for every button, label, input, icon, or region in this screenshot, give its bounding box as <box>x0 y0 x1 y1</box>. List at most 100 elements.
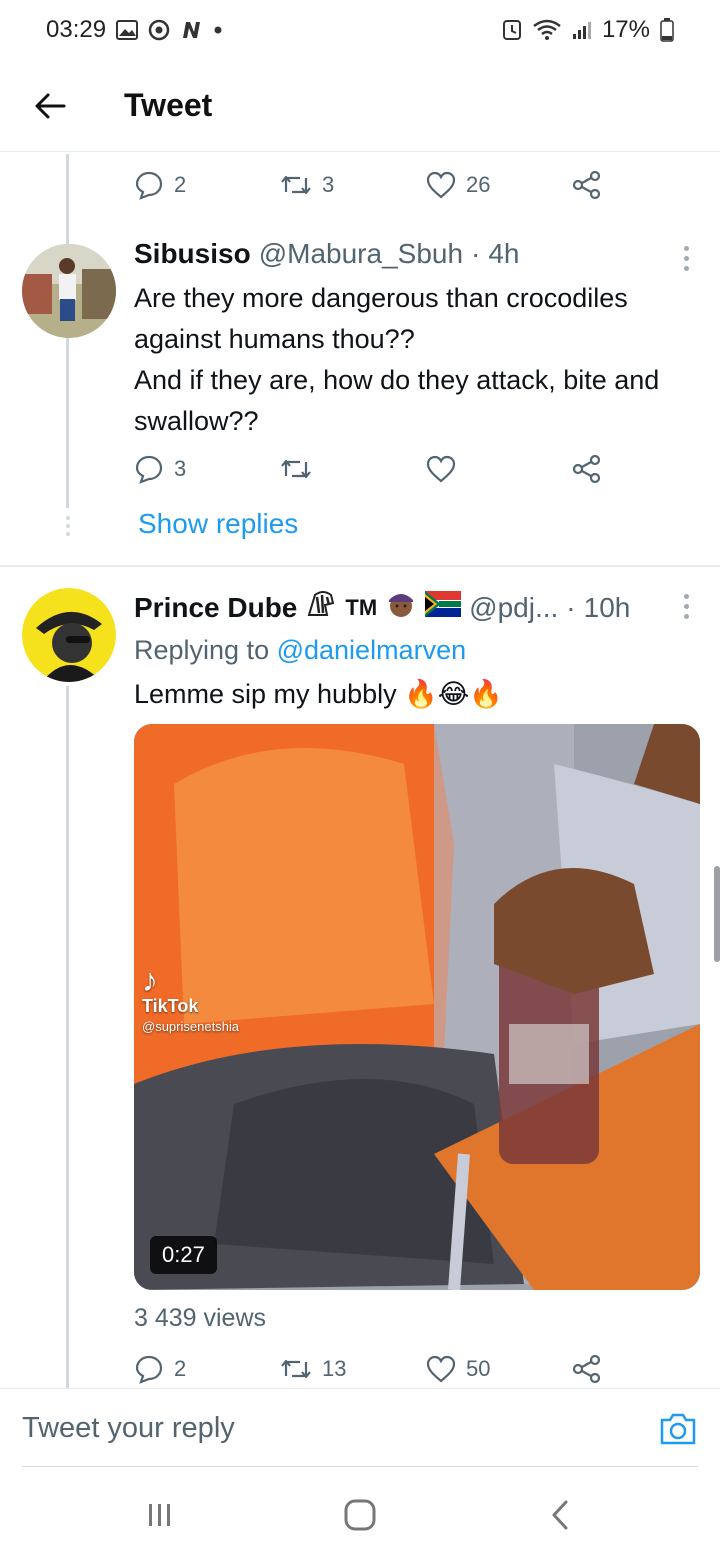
separator: · <box>566 591 576 623</box>
reply-count: 2 <box>174 1356 187 1381</box>
home-button[interactable] <box>320 1485 400 1545</box>
tiktok-logo-icon: ♪ <box>142 962 158 998</box>
recent-apps-button[interactable] <box>120 1485 200 1545</box>
retweet-count: 13 <box>322 1356 347 1381</box>
n-app-icon <box>180 20 204 40</box>
avatar[interactable] <box>22 244 116 338</box>
notification-dot-icon <box>214 26 222 34</box>
separator: · <box>471 238 481 269</box>
retweet-action[interactable]: 13 <box>280 1356 426 1382</box>
author-name-suffix: TM <box>345 594 378 620</box>
tweet-header: Prince Dube TM @pdj... · 10h <box>134 588 630 627</box>
author-handle[interactable]: @pdj... <box>469 592 558 624</box>
share-action[interactable] <box>572 1354 602 1384</box>
thread-line <box>66 686 69 1388</box>
thread-dots <box>66 516 70 536</box>
chevron-left-icon <box>552 1500 568 1530</box>
tweet-actions: 3 <box>134 454 614 484</box>
more-options-icon[interactable] <box>682 246 690 271</box>
system-nav-bar <box>0 1470 720 1560</box>
more-options-icon[interactable] <box>682 594 690 619</box>
author-name[interactable]: Sibusiso <box>134 238 251 270</box>
camera-button[interactable] <box>658 1409 698 1449</box>
video-duration-badge: 0:27 <box>150 1236 217 1274</box>
reply-action[interactable]: 2 <box>134 1354 280 1384</box>
home-icon <box>344 1499 376 1531</box>
share-icon <box>572 1354 601 1384</box>
share-icon <box>572 170 601 200</box>
reply-icon <box>135 171 163 200</box>
replying-prefix: Replying to <box>134 635 277 665</box>
tiktok-handle: @suprisenetshia <box>142 1019 240 1034</box>
divider <box>0 565 720 567</box>
like-count: 50 <box>466 1356 491 1381</box>
reply-count: 3 <box>174 456 187 481</box>
tiktok-watermark: ♪ TikTok @suprisenetshia <box>142 964 239 1034</box>
battery-percent: 17% <box>601 16 650 43</box>
chrome-icon <box>148 19 170 41</box>
status-bar: 03:29 17% <box>0 0 720 60</box>
reply-action[interactable]: 2 <box>134 170 280 200</box>
retweet-action[interactable] <box>280 456 426 482</box>
tweet-actions: 2 13 50 <box>134 1354 614 1384</box>
retweet-action[interactable]: 3 <box>280 172 426 198</box>
reply-input-underline <box>22 1466 698 1467</box>
reply-icon <box>135 1355 163 1384</box>
like-count: 26 <box>466 172 491 197</box>
author-name[interactable]: Prince Dube <box>134 592 297 624</box>
replying-to: Replying to @danielmarven <box>134 630 704 671</box>
wifi-icon <box>532 19 562 41</box>
arrow-left-icon <box>35 93 66 118</box>
reply-count: 2 <box>174 172 187 197</box>
scrollbar[interactable] <box>714 866 720 962</box>
like-action[interactable]: 26 <box>426 171 572 199</box>
gallery-icon <box>116 20 139 40</box>
reply-action[interactable]: 3 <box>134 454 280 484</box>
heart-icon <box>426 455 456 483</box>
like-action[interactable] <box>426 455 572 483</box>
tweet-text: Lemme sip my hubbly 🔥😂🔥 <box>134 674 704 715</box>
retweet-count: 3 <box>322 172 335 197</box>
retweet-icon <box>281 1359 311 1379</box>
person-emoji-icon <box>385 588 417 627</box>
back-button[interactable] <box>20 76 80 136</box>
heart-icon <box>426 1355 456 1383</box>
south-africa-flag-icon <box>425 591 462 624</box>
reply-input[interactable]: Tweet your reply <box>22 1412 658 1445</box>
camera-icon <box>660 1413 696 1444</box>
avatar[interactable] <box>22 588 116 682</box>
tweet-text-line: Lemme sip my hubbly <box>134 679 397 709</box>
retweet-icon <box>281 175 311 195</box>
tweet-text-line: Are they more dangerous than crocodiles … <box>134 283 628 354</box>
tweet-time: 4h <box>488 238 520 269</box>
view-count: 3 439 views <box>134 1304 267 1332</box>
share-action[interactable] <box>572 170 602 200</box>
share-icon <box>572 454 601 484</box>
tweet-time: 10h <box>583 591 631 623</box>
reply-icon <box>135 455 163 484</box>
battery-icon <box>660 18 674 42</box>
status-time: 03:29 <box>46 16 107 43</box>
signal-icon <box>572 20 592 40</box>
app-bar: Tweet <box>0 60 720 152</box>
zebra-emoji-icon <box>305 589 337 626</box>
tweet-actions: 2 3 26 <box>134 170 614 200</box>
replying-to-link[interactable]: @danielmarven <box>277 635 467 665</box>
tweet-text: Are they more dangerous than crocodiles … <box>134 278 704 442</box>
share-action[interactable] <box>572 454 602 484</box>
reply-composer: Tweet your reply <box>0 1388 720 1468</box>
tiktok-label: TikTok <box>142 996 199 1016</box>
alarm-icon <box>502 19 522 41</box>
author-handle[interactable]: @Mabura_Sbuh <box>259 238 463 270</box>
recent-apps-icon <box>149 1504 170 1526</box>
page-title: Tweet <box>124 87 213 123</box>
heart-icon <box>426 171 456 199</box>
show-replies-link[interactable]: Show replies <box>138 508 298 540</box>
emoji-text: 🔥😂🔥 <box>404 679 503 709</box>
tweet-header: Sibusiso @Mabura_Sbuh · 4h <box>134 238 520 270</box>
video-thumbnail[interactable]: ♪ TikTok @suprisenetshia 0:27 <box>134 724 700 1290</box>
retweet-icon <box>281 459 311 479</box>
tweet-text-line: And if they are, how do they attack, bit… <box>134 365 660 436</box>
like-action[interactable]: 50 <box>426 1355 572 1383</box>
back-nav-button[interactable] <box>520 1485 600 1545</box>
